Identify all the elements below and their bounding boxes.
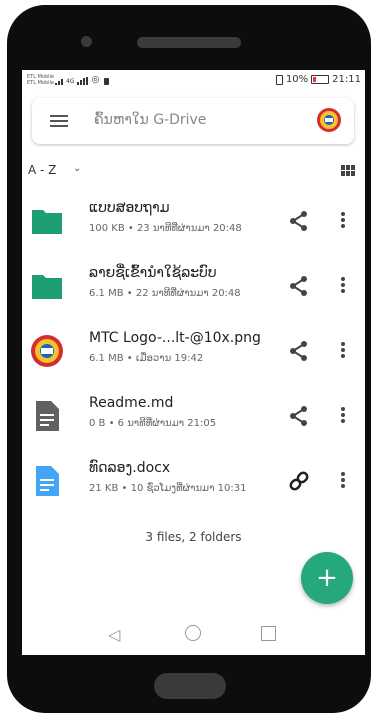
hamburger-menu-icon[interactable] bbox=[50, 115, 68, 127]
clock: 21:11 bbox=[332, 74, 361, 85]
share-icon[interactable] bbox=[288, 275, 310, 297]
list-item[interactable]: ແບບສອບຖາມ 100 KB • 23 ນາທີທີ່ຜ່ານມາ 20:4… bbox=[22, 190, 365, 252]
chevron-down-icon[interactable]: ⌄ bbox=[73, 163, 81, 174]
file-meta: 100 KB • 23 ນາທີທີ່ຜ່ານມາ 20:48 bbox=[89, 223, 242, 234]
list-item[interactable]: ທົດລອງ.docx 21 KB • 10 ຊົ່ວໂມງທີ່ຜ່ານມາ … bbox=[22, 450, 365, 512]
file-name: ແບບສອບຖາມ bbox=[89, 200, 170, 216]
more-options-icon[interactable] bbox=[340, 342, 346, 360]
share-icon[interactable] bbox=[288, 210, 310, 232]
search-input[interactable]: ຄົ້ນຫາໃນ G-Drive bbox=[94, 112, 206, 128]
system-nav-bar: ◁ bbox=[22, 615, 365, 655]
search-bar[interactable]: ຄົ້ນຫາໃນ G-Drive bbox=[32, 98, 354, 144]
file-count-summary: 3 files, 2 folders bbox=[145, 530, 242, 544]
list-item[interactable]: ລາຍຊື່ເຂົ້ານໍາໃຊ້ລະບົບ 6.1 MB • 22 ນາທີທ… bbox=[22, 255, 365, 317]
physical-home-button[interactable] bbox=[154, 673, 226, 699]
status-right: 10% 21:11 bbox=[275, 74, 361, 85]
earpiece-speaker bbox=[137, 37, 241, 48]
network-type: 4G bbox=[66, 78, 75, 85]
signal-icon-2 bbox=[77, 77, 89, 85]
battery-icon bbox=[311, 75, 330, 84]
image-thumbnail-icon bbox=[31, 335, 63, 367]
share-icon[interactable] bbox=[288, 405, 310, 427]
status-bar: ETL Mobile ETL Mobile 4G ◎ 10% 21:11 bbox=[22, 70, 365, 92]
battery-percent: 10% bbox=[285, 74, 309, 85]
folder-icon bbox=[32, 275, 62, 299]
list-item[interactable]: MTC Logo-...lt-@10x.png 6.1 MB • ເມື່ອວາ… bbox=[22, 320, 365, 382]
file-name: ທົດລອງ.docx bbox=[89, 460, 171, 476]
document-file-icon bbox=[36, 466, 59, 496]
grid-view-icon[interactable] bbox=[341, 165, 355, 176]
share-icon[interactable] bbox=[288, 340, 310, 362]
signal-group: 4G ◎ bbox=[55, 75, 110, 85]
vibrate-icon bbox=[275, 74, 283, 85]
add-button[interactable]: + bbox=[301, 552, 353, 604]
folder-icon bbox=[32, 210, 62, 234]
signal-icon bbox=[55, 79, 63, 85]
front-camera bbox=[81, 36, 92, 47]
file-meta: 6.1 MB • ເມື່ອວານ 19:42 bbox=[89, 353, 204, 364]
carrier-2: ETL Mobile bbox=[27, 80, 54, 86]
file-name: ລາຍຊື່ເຂົ້ານໍາໃຊ້ລະບົບ bbox=[89, 265, 217, 281]
link-icon[interactable] bbox=[288, 470, 310, 492]
sort-bar: A - Z ⌄ bbox=[22, 160, 365, 182]
recent-apps-icon[interactable] bbox=[261, 626, 276, 641]
file-name: Readme.md bbox=[89, 395, 174, 411]
more-options-icon[interactable] bbox=[340, 212, 346, 230]
more-options-icon[interactable] bbox=[340, 472, 346, 490]
text-file-icon bbox=[36, 401, 59, 431]
list-item[interactable]: Readme.md 0 B • 6 ນາທີທີ່ຜ່ານມາ 21:05 bbox=[22, 385, 365, 447]
more-options-icon[interactable] bbox=[340, 277, 346, 295]
hotspot-icon: ◎ bbox=[91, 75, 100, 85]
file-meta: 6.1 MB • 22 ນາທີທີ່ຜ່ານມາ 20:48 bbox=[89, 288, 241, 299]
mtc-logo-icon[interactable] bbox=[316, 107, 342, 133]
app-screen: ETL Mobile ETL Mobile 4G ◎ 10% 21:11 ຄົ້… bbox=[22, 70, 365, 655]
file-meta: 21 KB • 10 ຊົ່ວໂມງທີ່ຜ່ານມາ 10:31 bbox=[89, 483, 247, 494]
sort-order-button[interactable]: A - Z bbox=[28, 163, 56, 177]
sim-icon bbox=[104, 78, 110, 85]
file-name: MTC Logo-...lt-@10x.png bbox=[89, 330, 261, 346]
carrier-labels: ETL Mobile ETL Mobile bbox=[27, 74, 54, 86]
more-options-icon[interactable] bbox=[340, 407, 346, 425]
back-icon[interactable]: ◁ bbox=[108, 625, 120, 644]
home-icon[interactable] bbox=[185, 625, 201, 641]
file-meta: 0 B • 6 ນາທີທີ່ຜ່ານມາ 21:05 bbox=[89, 418, 217, 429]
